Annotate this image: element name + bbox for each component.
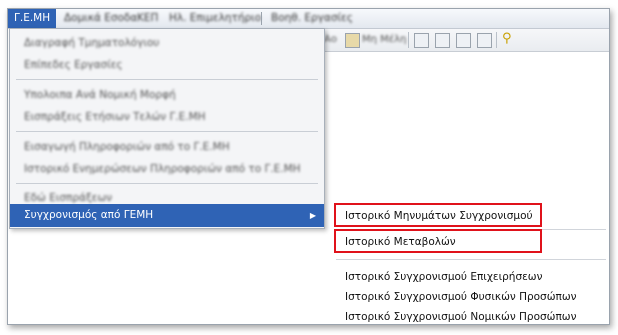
submenu-item-natural-persons-sync-history[interactable]: Ιστορικό Συγχρονισμού Φυσικών Προσώπων [330,287,609,307]
non-members-button[interactable]: Μη Μέλη [362,32,406,48]
menu-item-import-info[interactable]: Εισαγωγή Πληροφοριών από το Γ.Ε.ΜΗ [10,136,324,158]
menu-utilities[interactable]: Βοηθ. Εργασίες [265,9,359,28]
toolbar-separator [496,32,497,48]
menu-item-delete-catalog[interactable]: Διαγραφή Τμηματολόγιου [10,32,324,54]
menu-separator [336,259,606,260]
app-window: Γ.Ε.ΜΗ Δομικά Εσοδα ΚΕΠ Ηλ. Επιμελητήριο… [7,8,610,325]
copy-icon[interactable] [435,33,450,48]
key-icon[interactable]: ⚲ [502,31,512,46]
menu-e-chamber[interactable]: Ηλ. Επιμελητήριο [163,9,267,28]
menu-separator [16,131,318,132]
copy-icon[interactable] [456,33,471,48]
submenu-item-business-sync-history[interactable]: Ιστορικό Συγχρονισμού Επιχειρήσεων [330,267,609,287]
chevron-right-icon: ▶ [309,211,316,220]
menu-separator [16,79,318,80]
menu-item-update-history[interactable]: Ιστορικό Ενημερώσεων Πληροφοριών από το … [10,158,324,180]
toolbar-button[interactable]: Αο [324,32,337,48]
menu-item-annual-fees[interactable]: Εισπράξεις Ετήσιων Τελών Γ.Ε.ΜΗ [10,106,324,128]
members-icon [345,33,360,48]
toolbar: Αο Μη Μέλη ⚲ [318,29,609,52]
submenu-item-legal-persons-sync-history[interactable]: Ιστορικό Συγχρονισμού Νομικών Προσώπων [330,307,609,324]
menu-item-pending-tasks[interactable]: Επίπεδες Εργασίες [10,54,324,76]
gemi-dropdown: Διαγραφή Τμηματολόγιου Επίπεδες Εργασίες… [9,28,325,229]
menu-item-sync-from-gemi[interactable]: Συγχρονισμός από ΓΕΜΗ ▶ [10,204,324,227]
menu-separator [261,12,262,25]
annotation-highlight-box [334,203,542,227]
menu-item-balances[interactable]: Υπολοιπα Ανά Νομική Μορφή [10,84,324,106]
toolbar-separator [408,32,409,48]
menu-bar: Γ.Ε.ΜΗ Δομικά Εσοδα ΚΕΠ Ηλ. Επιμελητήριο… [8,9,609,29]
list-icon[interactable] [414,33,429,48]
menu-separator [16,183,318,184]
menu-kep[interactable]: ΚΕΠ [131,9,164,28]
menu-gemi[interactable]: Γ.Ε.ΜΗ [8,9,57,28]
copy-icon[interactable] [477,33,492,48]
annotation-highlight-box [334,229,542,253]
menu-item-label: Συγχρονισμός από ΓΕΜΗ [24,209,154,221]
